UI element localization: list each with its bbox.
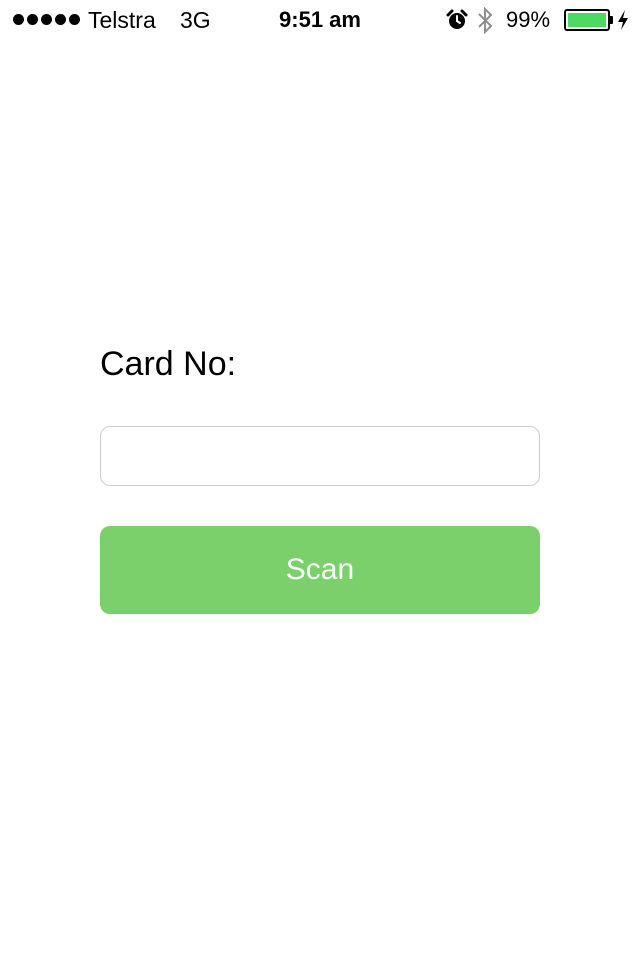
bluetooth-icon <box>478 7 493 34</box>
card-number-label: Card No: <box>100 345 237 383</box>
battery-level-fill <box>568 13 606 27</box>
status-bar: Telstra 3G 9:51 am 99% <box>0 0 640 40</box>
battery-percentage: 99% <box>506 7 551 32</box>
battery-icon <box>564 9 613 31</box>
lightning-bolt-icon <box>618 10 628 30</box>
card-number-input[interactable] <box>100 426 540 486</box>
scan-button[interactable]: Scan <box>100 526 540 614</box>
alarm-clock-icon <box>446 9 468 29</box>
